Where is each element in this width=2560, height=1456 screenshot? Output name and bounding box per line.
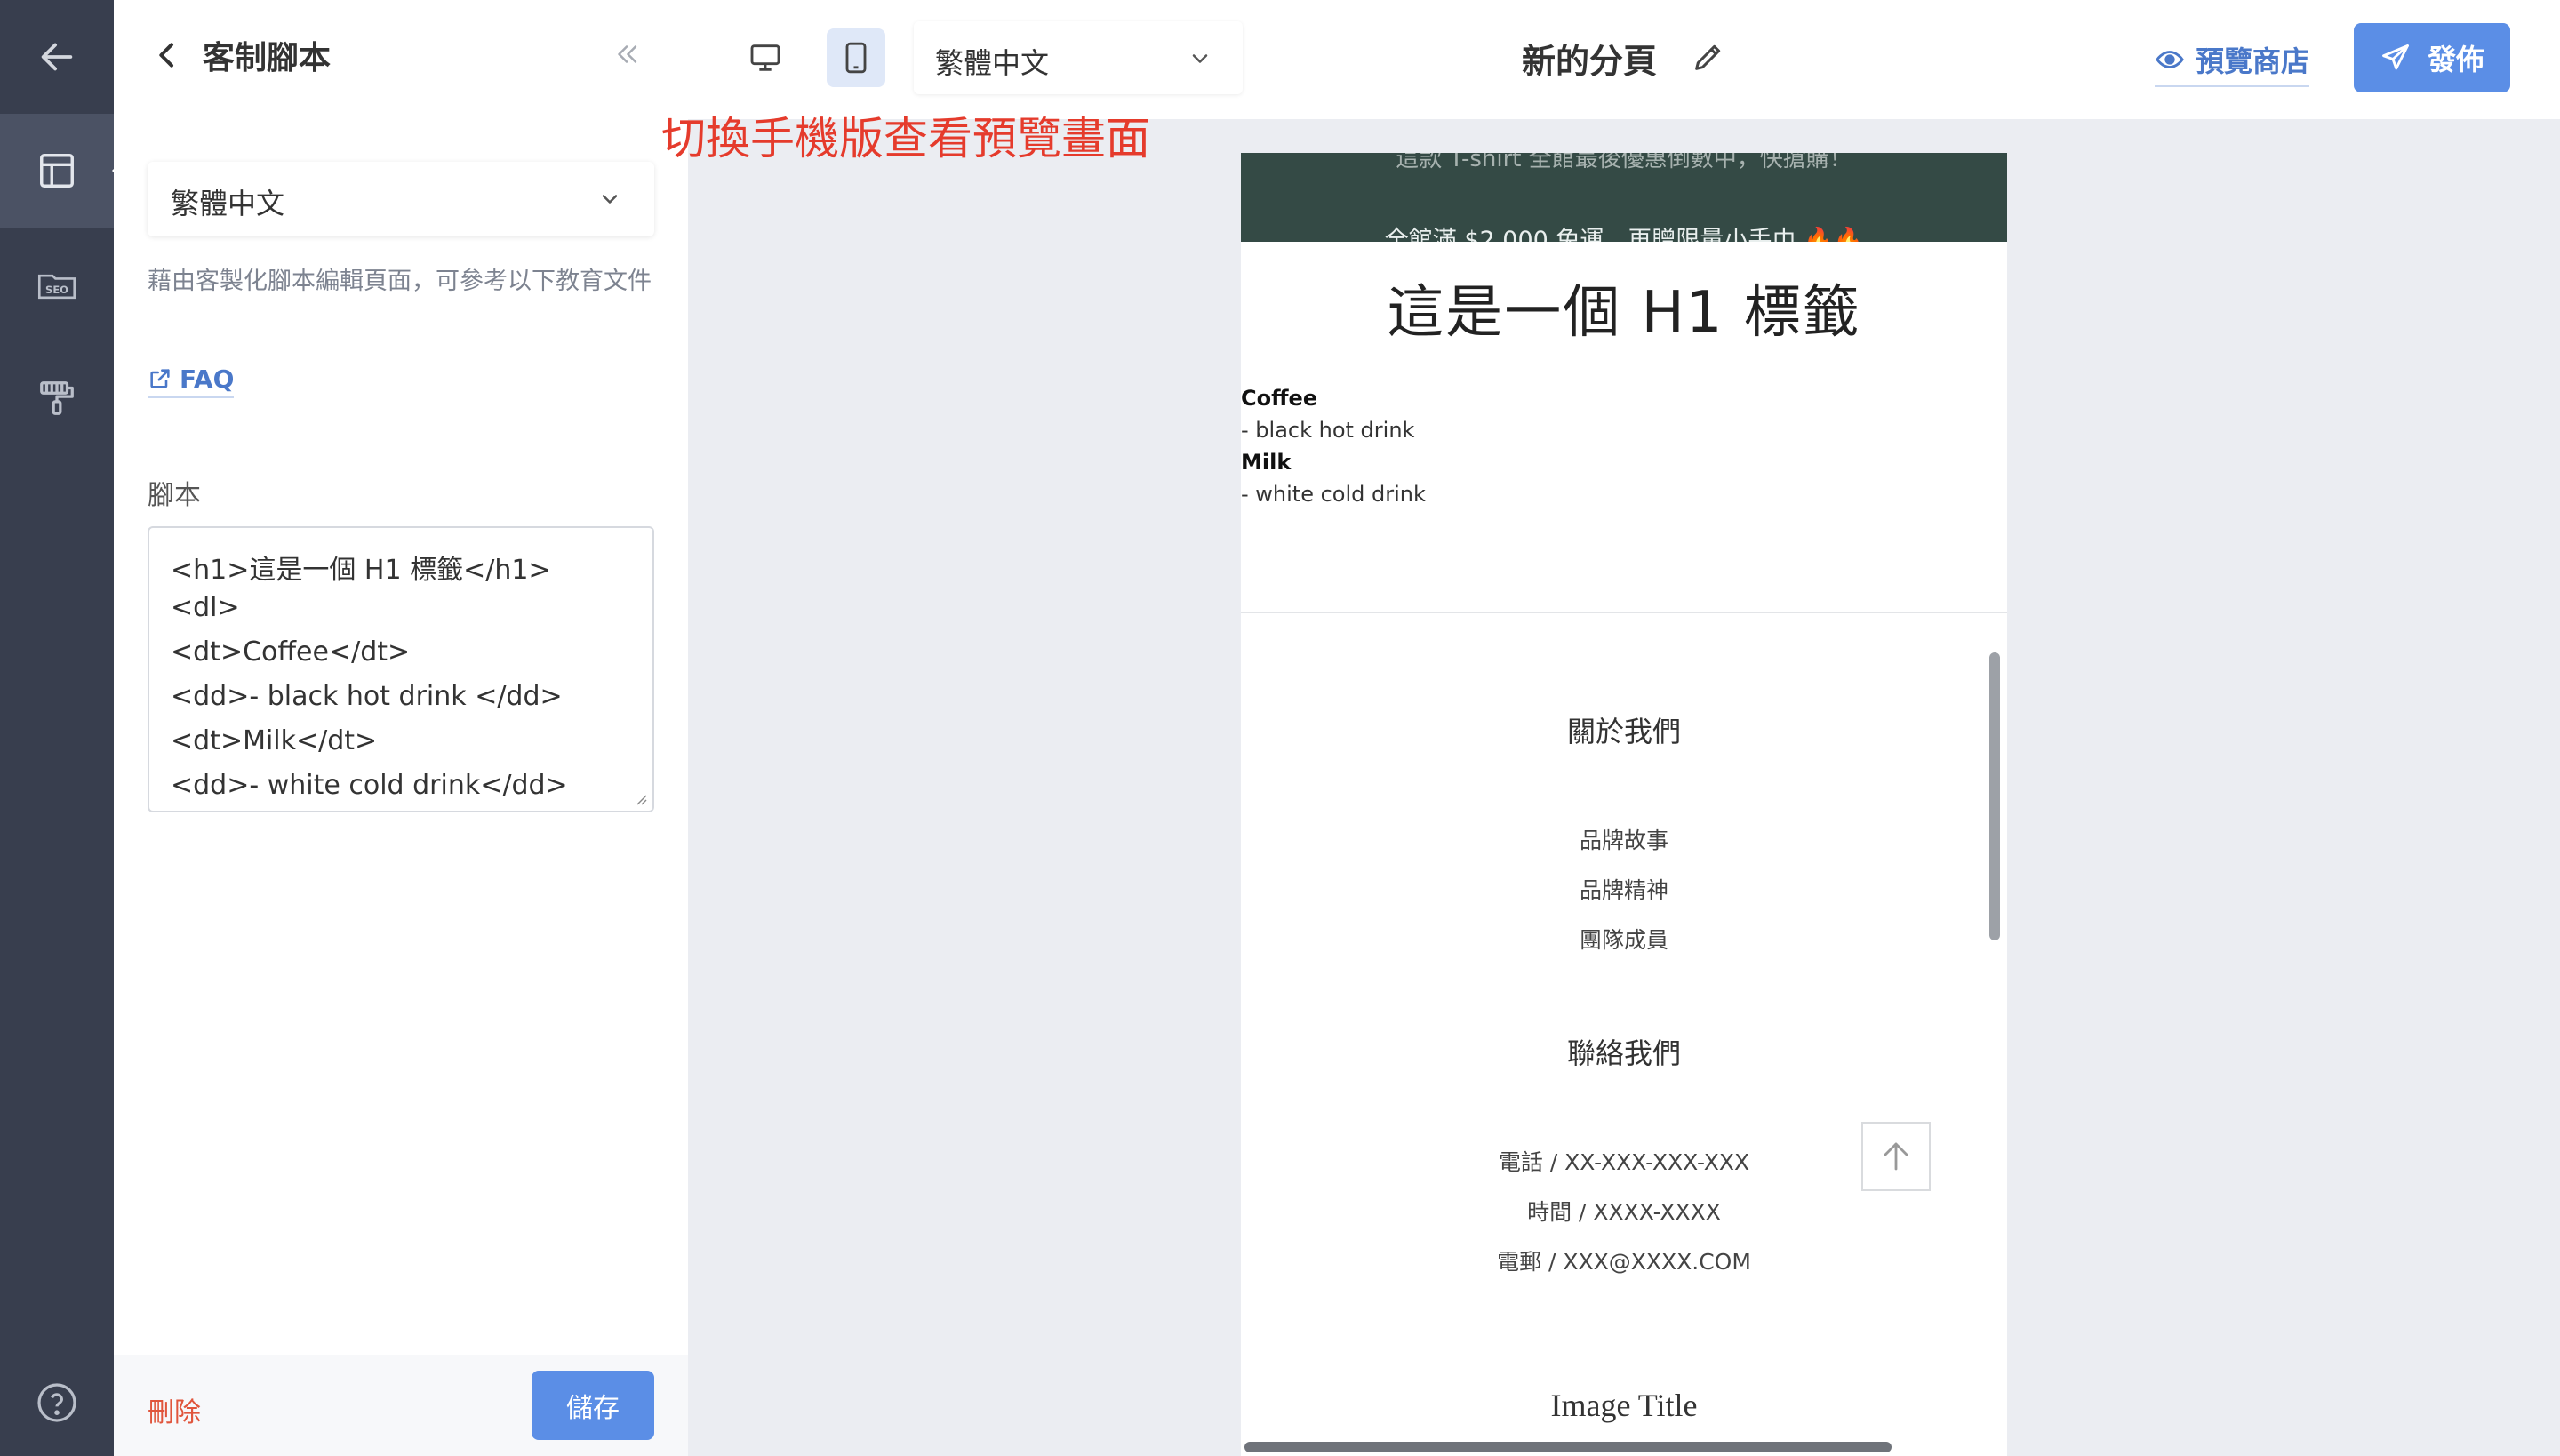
rail-item-theme[interactable] [0,341,114,455]
language-select[interactable]: 繁體中文 [148,162,654,236]
publish-button[interactable]: 發佈 [2354,23,2510,92]
panel-footer: 刪除 儲存 [114,1355,688,1456]
preview-store-label: 預覽商店 [2196,44,2310,78]
script-line: <dd>- black hot drink </dd> [171,681,563,712]
panel-title: 客制腳本 [203,40,332,76]
svg-text:SEO: SEO [45,284,68,296]
mobile-icon [845,42,867,74]
desktop-view-button[interactable] [736,28,795,87]
chevron-down-icon [602,195,618,204]
about-title: 關於我們 [1566,715,1681,748]
script-textarea[interactable]: <h1>這是一個 H1 標籤</h1> <dl> <dt>Coffee</dt>… [148,526,654,812]
rail-item-layout[interactable] [0,114,130,228]
help-text: 藉由客製化腳本編輯頁面，可參考以下教育文件 [148,268,652,295]
preview-language-select[interactable]: 繁體中文 [914,21,1243,94]
double-chevron-left-icon[interactable] [612,39,642,69]
definition-desc: - white cold drink [1241,482,1426,507]
help-icon[interactable] [36,1381,78,1424]
definition-term: Coffee [1241,386,1318,411]
back-to-top-button[interactable] [1861,1122,1931,1191]
about-link[interactable]: 團隊成員 [1241,923,2007,955]
section-divider [1241,612,2007,613]
mobile-view-button[interactable] [827,28,885,87]
chevron-left-icon[interactable] [149,37,185,73]
eye-icon [2156,51,2184,68]
mobile-preview[interactable]: 這款 T-shirt 全館最後優惠倒數中，快搶購！ 全館滿 $2,000 免運，… [1241,153,2007,1456]
about-link[interactable]: 品牌故事 [1241,823,2007,855]
contact-title: 聯絡我們 [1566,1036,1681,1070]
definition-desc: - black hot drink [1241,418,1415,443]
arrow-left-icon [41,43,73,71]
panel-header: 客制腳本 [114,0,688,110]
language-select-value: 繁體中文 [171,187,285,220]
page-title: 新的分頁 [1522,42,1658,81]
annotation-text: 切換手機版查看預覽畫面 [661,113,1150,164]
settings-panel: 客制腳本 繁體中文 藉由客製化腳本編輯頁面，可參考以下教育文件 FAQ 腳本 <… [114,0,688,1456]
contact-line: 電郵 / XXX@XXXX.COM [1497,1249,1751,1275]
script-line: <h1>這是一個 H1 標籤</h1> [171,555,551,586]
script-line: <dd>- white cold drink</dd> [171,770,568,801]
seo-icon: SEO [37,274,76,300]
script-line: <dt>Coffee</dt> [171,636,411,668]
resize-grip-icon[interactable] [633,791,647,805]
icon-rail: SEO [0,0,130,1456]
top-bar: 繁體中文 新的分頁 預覽商店 發佈 [688,0,2560,119]
faq-link[interactable]: FAQ [148,363,235,398]
publish-label: 發佈 [2427,43,2484,76]
rail-item-seo[interactable]: SEO [0,228,114,341]
vertical-scrollbar[interactable] [1989,652,2000,940]
announcement-bar: 這款 T-shirt 全館最後優惠倒數中，快搶購！ 全館滿 $2,000 免運，… [1241,153,2007,242]
desktop-icon [750,44,780,71]
chevron-down-icon [1192,54,1208,63]
definition-list: Coffee - black hot drink Milk - white co… [1241,382,1426,510]
script-line: <dt>Milk</dt> [171,725,378,756]
layout-icon [40,154,74,188]
preview-store-link[interactable]: 預覽商店 [2155,39,2310,87]
faq-label: FAQ [180,364,235,394]
about-link[interactable]: 品牌精神 [1241,873,2007,905]
delete-button[interactable]: 刪除 [148,1390,201,1429]
contact-line: 時間 / XXXX-XXXX [1527,1199,1721,1225]
announcement-text-previous: 這款 T-shirt 全館最後優惠倒數中，快搶購！ [1396,153,1852,172]
arrow-up-icon [1884,1142,1908,1171]
preview-heading: 這是一個 H1 標籤 [1387,280,1861,346]
image-title: Image Title [1550,1388,1698,1423]
exit-button[interactable] [0,0,114,114]
definition-term: Milk [1241,450,1292,475]
horizontal-scrollbar[interactable] [1244,1442,1892,1452]
script-line: <dl> [171,592,240,623]
send-icon [2382,44,2409,70]
preview-language-value: 繁體中文 [935,46,1050,80]
external-link-icon [150,369,170,388]
announcement-text: 全館滿 $2,000 免運，再贈限量小手巾 🔥🔥 [1384,227,1864,242]
script-label: 腳本 [148,480,201,511]
pencil-icon[interactable] [1691,39,1726,75]
save-button[interactable]: 儲存 [532,1371,654,1440]
paint-roller-icon [40,381,74,415]
